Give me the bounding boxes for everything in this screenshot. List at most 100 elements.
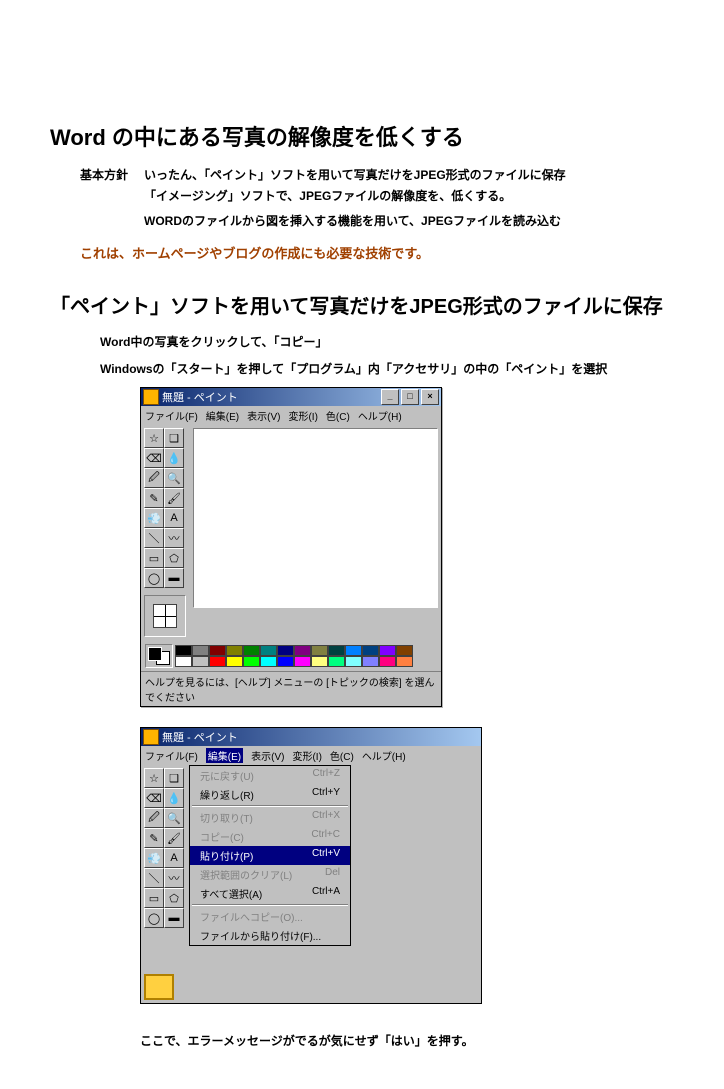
tool-11[interactable]: 〰 bbox=[164, 868, 184, 888]
color-swatch-9[interactable] bbox=[328, 645, 345, 656]
tool-options bbox=[144, 595, 186, 637]
paint-window-edit: 無題 - ペイント ファイル(F) 編集(E) 表示(V) 変形(I) 色(C)… bbox=[140, 727, 482, 1004]
heading-section: 「ペイント」ソフトを用いて写真だけをJPEG形式のファイルに保存 bbox=[50, 290, 674, 319]
color-swatch-2[interactable] bbox=[209, 645, 226, 656]
color-swatch-5[interactable] bbox=[260, 645, 277, 656]
tool-10[interactable]: ＼ bbox=[144, 528, 164, 548]
tool-13[interactable]: ⬠ bbox=[164, 548, 184, 568]
tool-5[interactable]: 🔍 bbox=[164, 808, 184, 828]
edit-menu-item-0: 元に戻す(U)Ctrl+Z bbox=[190, 766, 350, 785]
edit-menu-item-7[interactable]: すべて選択(A)Ctrl+A bbox=[190, 884, 350, 903]
color-swatch-0[interactable] bbox=[175, 645, 192, 656]
policy-label: 基本方針 bbox=[80, 166, 144, 183]
menu-file[interactable]: ファイル(F) bbox=[145, 408, 198, 423]
color-swatch-26[interactable] bbox=[379, 656, 396, 667]
tool-14[interactable]: ◯ bbox=[144, 568, 164, 588]
color-swatch-11[interactable] bbox=[362, 645, 379, 656]
color-swatch-12[interactable] bbox=[379, 645, 396, 656]
tool-15[interactable]: ▬ bbox=[164, 568, 184, 588]
minimize-button[interactable]: _ bbox=[381, 389, 399, 405]
color-swatch-27[interactable] bbox=[396, 656, 413, 667]
color-swatch-17[interactable] bbox=[226, 656, 243, 667]
tool-1[interactable]: ❑ bbox=[164, 768, 184, 788]
menu-image[interactable]: 変形(I) bbox=[288, 408, 317, 423]
menu-help-2[interactable]: ヘルプ(H) bbox=[362, 748, 406, 763]
tool-15[interactable]: ▬ bbox=[164, 908, 184, 928]
tool-7[interactable]: 🖌 bbox=[164, 828, 184, 848]
note-important: これは、ホームページやブログの作成にも必要な技術です。 bbox=[50, 243, 674, 262]
color-bar bbox=[141, 641, 441, 671]
maximize-button[interactable]: □ bbox=[401, 389, 419, 405]
tool-9[interactable]: A bbox=[164, 508, 184, 528]
color-swatch-16[interactable] bbox=[209, 656, 226, 667]
color-swatch-6[interactable] bbox=[277, 645, 294, 656]
tool-12[interactable]: ▭ bbox=[144, 548, 164, 568]
color-swatch-8[interactable] bbox=[311, 645, 328, 656]
menu-file-2[interactable]: ファイル(F) bbox=[145, 748, 198, 763]
selection-indicator-icon bbox=[144, 974, 174, 1000]
color-swatch-22[interactable] bbox=[311, 656, 328, 667]
tool-4[interactable]: 🖉 bbox=[144, 468, 164, 488]
edit-menu-item-6: 選択範囲のクリア(L)Del bbox=[190, 865, 350, 884]
color-swatch-19[interactable] bbox=[260, 656, 277, 667]
color-swatch-25[interactable] bbox=[362, 656, 379, 667]
tool-10[interactable]: ＼ bbox=[144, 868, 164, 888]
color-swatch-21[interactable] bbox=[294, 656, 311, 667]
app-icon bbox=[143, 389, 159, 405]
tool-8[interactable]: 💨 bbox=[144, 848, 164, 868]
tool-13[interactable]: ⬠ bbox=[164, 888, 184, 908]
color-swatch-14[interactable] bbox=[175, 656, 192, 667]
color-swatch-15[interactable] bbox=[192, 656, 209, 667]
tool-8[interactable]: 💨 bbox=[144, 508, 164, 528]
menu-edit-2[interactable]: 編集(E) bbox=[206, 748, 243, 763]
edit-menu-item-10[interactable]: ファイルから貼り付け(F)... bbox=[190, 926, 350, 945]
color-swatch-10[interactable] bbox=[345, 645, 362, 656]
tool-2[interactable]: ⌫ bbox=[144, 788, 164, 808]
tool-3[interactable]: 💧 bbox=[164, 448, 184, 468]
window-title: 無題 - ペイント bbox=[162, 389, 238, 405]
color-swatch-4[interactable] bbox=[243, 645, 260, 656]
color-swatch-1[interactable] bbox=[192, 645, 209, 656]
menu-colors[interactable]: 色(C) bbox=[326, 408, 350, 423]
tool-11[interactable]: 〰 bbox=[164, 528, 184, 548]
color-swatch-20[interactable] bbox=[277, 656, 294, 667]
edit-menu-item-1[interactable]: 繰り返し(R)Ctrl+Y bbox=[190, 785, 350, 804]
color-swatch-13[interactable] bbox=[396, 645, 413, 656]
tool-0[interactable]: ☆ bbox=[144, 768, 164, 788]
menu-colors-2[interactable]: 色(C) bbox=[330, 748, 354, 763]
menu-bar: ファイル(F) 編集(E) 表示(V) 変形(I) 色(C) ヘルプ(H) bbox=[141, 406, 441, 425]
canvas[interactable] bbox=[193, 428, 438, 608]
tool-6[interactable]: ✎ bbox=[144, 488, 164, 508]
title-bar-2: 無題 - ペイント bbox=[141, 728, 481, 746]
app-icon-2 bbox=[143, 729, 159, 745]
tool-12[interactable]: ▭ bbox=[144, 888, 164, 908]
menu-view-2[interactable]: 表示(V) bbox=[251, 748, 284, 763]
color-swatch-3[interactable] bbox=[226, 645, 243, 656]
tool-7[interactable]: 🖌 bbox=[164, 488, 184, 508]
tool-0[interactable]: ☆ bbox=[144, 428, 164, 448]
tool-9[interactable]: A bbox=[164, 848, 184, 868]
close-button[interactable]: × bbox=[421, 389, 439, 405]
color-swatch-7[interactable] bbox=[294, 645, 311, 656]
tool-4[interactable]: 🖉 bbox=[144, 808, 164, 828]
color-swatch-18[interactable] bbox=[243, 656, 260, 667]
heading-main: Word の中にある写真の解像度を低くする bbox=[50, 120, 674, 152]
color-swatch-24[interactable] bbox=[345, 656, 362, 667]
tool-5[interactable]: 🔍 bbox=[164, 468, 184, 488]
menu-view[interactable]: 表示(V) bbox=[247, 408, 280, 423]
tool-6[interactable]: ✎ bbox=[144, 828, 164, 848]
menu-edit[interactable]: 編集(E) bbox=[206, 408, 239, 423]
tool-14[interactable]: ◯ bbox=[144, 908, 164, 928]
fg-bg-indicator[interactable] bbox=[145, 644, 173, 668]
menu-image-2[interactable]: 変形(I) bbox=[292, 748, 321, 763]
tool-1[interactable]: ❑ bbox=[164, 428, 184, 448]
tool-3[interactable]: 💧 bbox=[164, 788, 184, 808]
color-swatch-23[interactable] bbox=[328, 656, 345, 667]
menu-help[interactable]: ヘルプ(H) bbox=[358, 408, 402, 423]
step-1: Word中の写真をクリックして、「コピー」 bbox=[50, 333, 674, 350]
edit-menu-item-5[interactable]: 貼り付け(P)Ctrl+V bbox=[190, 846, 350, 865]
menu-separator bbox=[192, 904, 348, 906]
step-2: Windowsの「スタート」を押して「プログラム」内「アクセサリ」の中の「ペイン… bbox=[50, 360, 674, 377]
paint-window: 無題 - ペイント _ □ × ファイル(F) 編集(E) 表示(V) 変形(I… bbox=[140, 387, 442, 707]
tool-2[interactable]: ⌫ bbox=[144, 448, 164, 468]
